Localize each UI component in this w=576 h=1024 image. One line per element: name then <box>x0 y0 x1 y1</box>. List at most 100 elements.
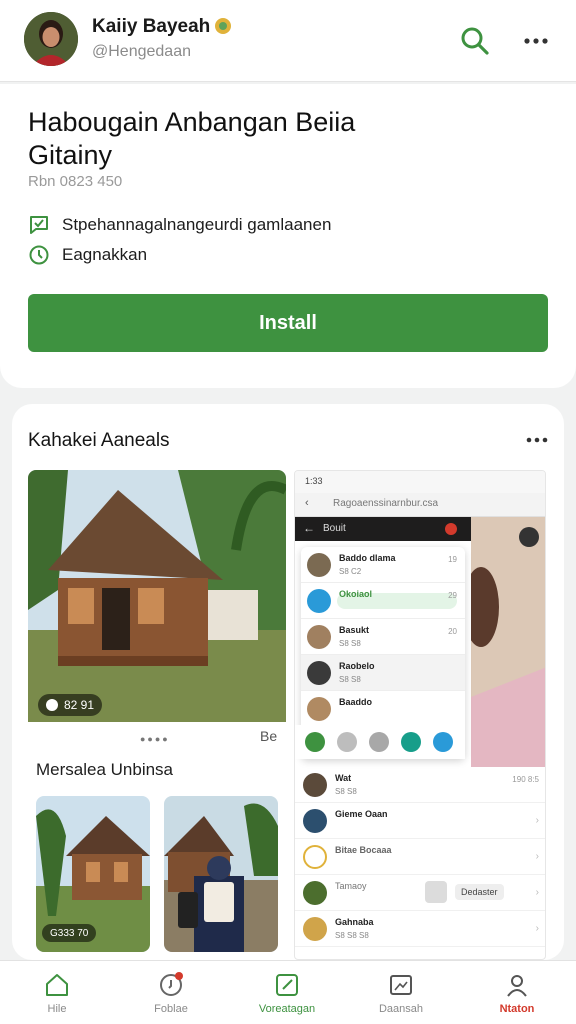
user-name: Kaiiy Bayeah <box>92 16 232 38</box>
pager-label: Be <box>260 728 278 744</box>
pager-dots: ●●●● <box>140 734 170 744</box>
avatar <box>307 589 331 613</box>
house-photo[interactable]: 82 91 <box>28 470 286 722</box>
avatar <box>307 661 331 685</box>
feature-item: Eagnakkan <box>28 244 147 266</box>
app-info-card: Habougain Anbangan Beiia Gitainy Rbn 082… <box>0 84 576 388</box>
gallery-left-column: 82 91 ●●●● Be Mersalea Unbinsa G333 70 <box>28 470 286 960</box>
profile-icon <box>507 975 527 997</box>
bottom-navigation: Hile Foblae Voreatagan Daansah Ntaton <box>0 960 576 1024</box>
nav-item-profile[interactable]: Ntaton <box>472 971 562 1021</box>
dark-toolbar: ← Bouit <box>295 517 471 541</box>
app-meta: Rbn 0823 450 <box>28 173 123 190</box>
chat-row[interactable]: Baddo dlama S8 C2 19 <box>301 547 465 583</box>
avatar <box>303 881 327 905</box>
back-arrow-icon: ← <box>303 521 315 535</box>
avatar[interactable] <box>24 12 78 66</box>
nav-item-gallery[interactable]: Daansah <box>356 971 446 1021</box>
user-handle: @Hengedaan <box>92 43 191 60</box>
chat-row[interactable]: Okoiaol 29 <box>301 583 465 619</box>
status-time: 1:33 <box>305 476 323 486</box>
list-name: Gieme Oaan <box>335 809 388 819</box>
video-preview <box>463 517 545 767</box>
thumbnail-badge: G333 70 <box>42 924 97 942</box>
video-icon[interactable] <box>369 732 389 752</box>
chat-name: Baddo dlama <box>339 553 396 563</box>
nav-label: Daansah <box>378 1003 424 1015</box>
image-icon <box>390 975 412 995</box>
list-item[interactable]: Wat S8 S8 190 8:5 <box>295 767 545 803</box>
list-item[interactable]: Bitae Bocaaa › <box>295 839 545 875</box>
install-button[interactable]: Install <box>28 294 548 352</box>
home-icon <box>46 974 68 996</box>
call-icon[interactable] <box>305 732 325 752</box>
camera-icon <box>46 699 58 711</box>
app-header: Kaiiy Bayeah @Hengedaan <box>0 0 576 82</box>
url-text: Ragoaenssinarnbur.csa <box>333 498 439 509</box>
chat-row[interactable]: Baaddo <box>301 691 465 727</box>
mic-icon[interactable] <box>337 732 357 752</box>
more-button[interactable] <box>518 24 554 58</box>
url-bar: ‹ Ragoaenssinarnbur.csa <box>295 493 545 517</box>
phone-screenshot[interactable]: 1:33 ‹ Ragoaenssinarnbur.csa ← Bouit Bad… <box>294 470 546 960</box>
nav-label: Foblae <box>154 1003 188 1015</box>
chat-name: Basukt <box>339 625 370 635</box>
avatar <box>307 697 331 721</box>
chat-time: 19 <box>448 555 457 564</box>
avatar <box>303 773 327 797</box>
search-button[interactable] <box>458 24 492 58</box>
chat-icon[interactable] <box>401 732 421 752</box>
search-icon <box>461 27 489 55</box>
record-icon <box>445 523 457 535</box>
list-time: 190 8:5 <box>512 775 539 784</box>
chevron-right-icon: › <box>535 923 539 934</box>
clock-icon <box>29 245 49 265</box>
list-name: Wat <box>335 773 352 783</box>
list-action-label[interactable]: Dedaster <box>455 884 504 900</box>
back-arrow-icon: ‹ <box>305 497 309 509</box>
list-name: Tamaoy <box>335 881 367 891</box>
photo-badge-label: 82 91 <box>64 698 95 712</box>
more-horizontal-icon <box>526 437 548 443</box>
chevron-right-icon: › <box>535 815 539 826</box>
nav-item-home[interactable]: Hile <box>12 971 102 1021</box>
nav-item-notifications[interactable]: Foblae <box>126 971 216 1021</box>
chat-time: 29 <box>448 591 457 600</box>
share-icon[interactable] <box>433 732 453 752</box>
nav-label: Hile <box>47 1003 67 1015</box>
list-sub: S8 S8 S8 <box>335 931 369 940</box>
list-name: Gahnaba <box>335 917 374 927</box>
more-horizontal-icon <box>524 38 548 44</box>
avatar <box>303 809 327 833</box>
chat-sub: S8 C2 <box>339 567 362 576</box>
chat-row[interactable]: Basukt S8 S8 20 <box>301 619 465 655</box>
nav-label: Voreatagan <box>258 1003 316 1015</box>
chat-row[interactable]: Raobelo S8 S8 <box>301 655 465 691</box>
chat-sub: S8 S8 <box>339 675 361 684</box>
chat-name: Okoiaol <box>339 589 373 599</box>
chat-check-icon <box>30 216 48 234</box>
avatar <box>303 917 327 941</box>
thumbnail[interactable] <box>164 796 278 952</box>
edit-icon <box>276 974 298 996</box>
status-bar: 1:33 <box>295 471 545 493</box>
list-item[interactable]: Gieme Oaan › <box>295 803 545 839</box>
bell-icon <box>160 972 183 996</box>
list-item[interactable]: Gahnaba S8 S8 S8 › <box>295 911 545 947</box>
avatar <box>307 553 331 577</box>
chevron-right-icon: › <box>535 851 539 862</box>
avatar <box>307 625 331 649</box>
chat-name: Raobelo <box>339 661 375 671</box>
gallery-more-button[interactable] <box>522 428 552 452</box>
chat-name: Baaddo <box>339 697 373 707</box>
app-title: Habougain Anbangan Beiia Gitainy <box>28 107 356 170</box>
feature-label: Eagnakkan <box>62 245 148 264</box>
nav-item-create[interactable]: Voreatagan <box>242 971 332 1021</box>
photo-badge: 82 91 <box>38 694 103 716</box>
chat-sub: S8 S8 <box>339 639 361 648</box>
list-sub: S8 S8 <box>335 787 357 796</box>
thumbnail[interactable]: G333 70 <box>36 796 150 952</box>
dark-toolbar-label: Bouit <box>323 523 346 534</box>
feature-label: Stpehannagalnangeurdi gamlaanen <box>62 215 332 234</box>
list-item[interactable]: Tamaoy Dedaster › <box>295 875 545 911</box>
